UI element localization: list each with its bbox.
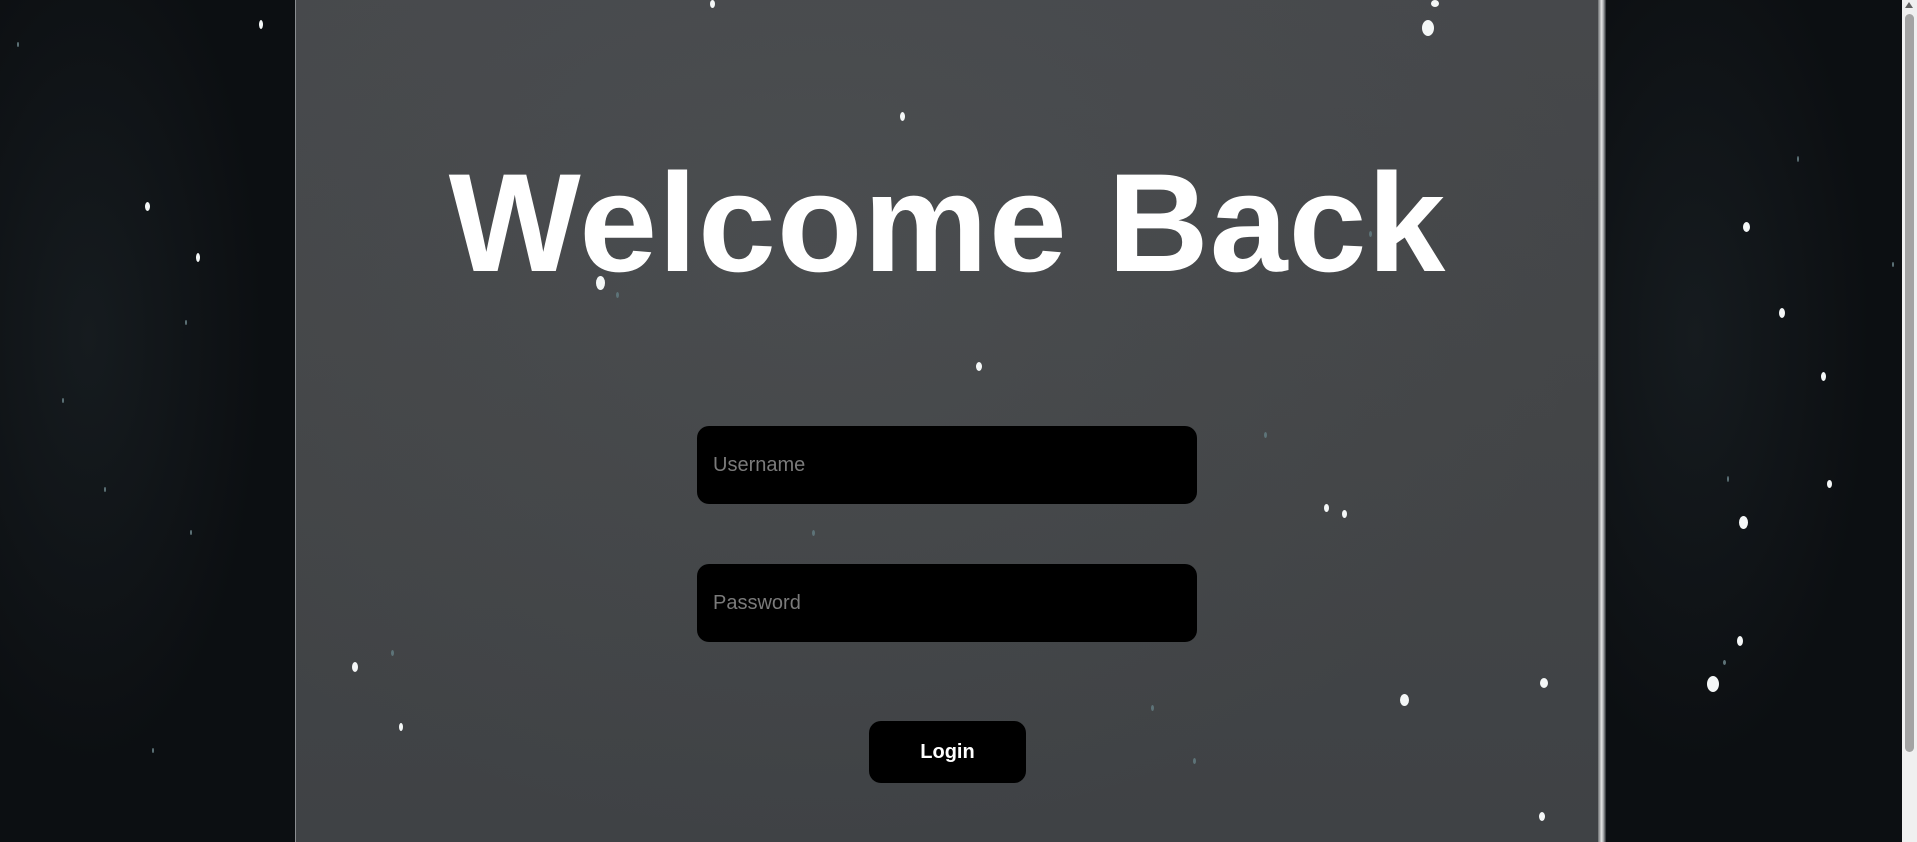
- star: [1193, 758, 1196, 764]
- login-panel: [295, 0, 1601, 842]
- star: [1324, 504, 1329, 512]
- star: [1743, 222, 1750, 232]
- star: [1151, 705, 1154, 711]
- star: [185, 320, 187, 325]
- star: [17, 42, 19, 47]
- star: [1779, 308, 1785, 318]
- star: [710, 0, 715, 8]
- password-input[interactable]: [697, 564, 1197, 642]
- login-button[interactable]: Login: [869, 721, 1026, 783]
- star: [1422, 20, 1434, 36]
- star: [1342, 510, 1347, 518]
- star: [399, 723, 403, 731]
- star: [1892, 262, 1894, 267]
- star: [259, 20, 263, 29]
- starfield-background-left: [0, 0, 295, 842]
- star: [976, 362, 982, 371]
- scrollbar-thumb[interactable]: [1905, 14, 1914, 752]
- star: [1707, 676, 1719, 692]
- page-title: Welcome Back: [448, 144, 1447, 301]
- star: [1821, 372, 1826, 381]
- username-input[interactable]: [697, 426, 1197, 504]
- login-page: Welcome Back Login: [0, 0, 1917, 842]
- star: [1431, 0, 1439, 7]
- star: [104, 487, 106, 492]
- star: [1827, 480, 1832, 488]
- star: [152, 748, 154, 753]
- star: [1540, 678, 1548, 688]
- star: [1400, 694, 1409, 706]
- star: [1737, 636, 1743, 646]
- star: [196, 253, 200, 262]
- star: [1727, 476, 1729, 482]
- star: [352, 662, 358, 672]
- star: [1264, 432, 1267, 438]
- star: [1723, 660, 1726, 665]
- star: [900, 112, 905, 121]
- star: [145, 202, 150, 211]
- starfield-background-right: [1607, 0, 1902, 842]
- star: [190, 530, 192, 535]
- vertical-scrollbar[interactable]: [1902, 0, 1917, 842]
- star: [1797, 156, 1799, 162]
- star: [1539, 812, 1545, 821]
- star: [391, 650, 394, 656]
- panel-edge-divider: [1598, 0, 1606, 842]
- scroll-up-arrow-icon[interactable]: [1905, 2, 1913, 8]
- star: [1739, 516, 1748, 529]
- star: [812, 530, 815, 536]
- star: [62, 398, 64, 403]
